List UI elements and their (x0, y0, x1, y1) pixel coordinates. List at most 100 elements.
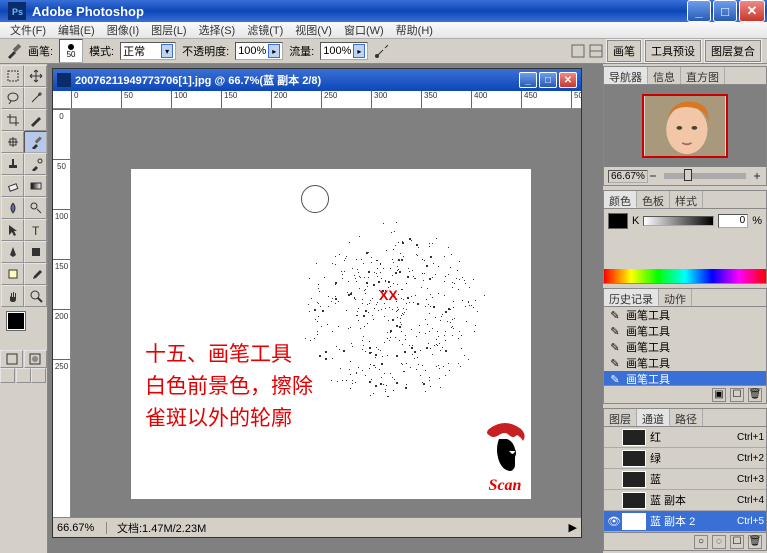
brush-tool-selected[interactable] (24, 131, 47, 153)
doc-maximize-button[interactable]: □ (539, 72, 557, 88)
opacity-input[interactable]: 100%▸ (235, 42, 283, 60)
screenmode-fullmenu[interactable] (16, 368, 31, 383)
slice-tool[interactable] (24, 109, 47, 131)
notes-tool[interactable] (1, 263, 24, 285)
zoom-in-icon[interactable] (752, 171, 762, 181)
eraser-tool[interactable] (1, 175, 24, 197)
stamp-tool[interactable] (1, 153, 24, 175)
move-tool[interactable] (24, 65, 47, 87)
history-item[interactable]: ✎画笔工具 (604, 323, 766, 339)
navigator-preview[interactable] (604, 85, 766, 167)
history-item[interactable]: ✎画笔工具 (604, 307, 766, 323)
channel-row[interactable]: 蓝 副本Ctrl+4 (604, 490, 766, 511)
pen-tool[interactable] (1, 241, 24, 263)
healing-tool[interactable] (1, 131, 24, 153)
standard-mode-button[interactable] (0, 350, 23, 368)
tab-layer-comps[interactable]: 图层复合 (705, 40, 761, 62)
menu-window[interactable]: 窗口(W) (338, 22, 390, 38)
channel-row-selected[interactable]: 👁蓝 副本 2Ctrl+5 (604, 511, 766, 532)
tab-histogram[interactable]: 直方图 (681, 67, 725, 84)
lasso-tool[interactable] (1, 87, 24, 109)
navigator-slider[interactable] (664, 173, 746, 179)
gradient-tool[interactable] (24, 175, 47, 197)
tab-brushes[interactable]: 画笔 (607, 40, 641, 62)
channel-row[interactable]: 绿Ctrl+2 (604, 448, 766, 469)
palette-well-icon[interactable] (589, 44, 603, 58)
window-close-button[interactable]: ✕ (739, 0, 765, 22)
menu-select[interactable]: 选择(S) (193, 22, 242, 38)
tab-color[interactable]: 颜色 (604, 191, 637, 208)
navigator-zoom-input[interactable]: 66.67% (608, 170, 648, 183)
new-doc-button[interactable]: ☐ (730, 388, 744, 402)
menu-filter[interactable]: 滤镜(T) (241, 22, 289, 38)
history-item[interactable]: ✎画笔工具 (604, 339, 766, 355)
tab-tool-presets[interactable]: 工具预设 (645, 40, 701, 62)
document-titlebar[interactable]: 20076211949773706[1].jpg @ 66.7%(蓝 副本 2/… (53, 69, 581, 91)
tab-navigator[interactable]: 导航器 (604, 67, 648, 84)
status-zoom[interactable]: 66.67% (57, 522, 107, 534)
color-swatches[interactable] (7, 312, 41, 346)
marquee-tool[interactable] (1, 65, 24, 87)
history-item-selected[interactable]: ✎画笔工具 (604, 371, 766, 385)
airbrush-icon[interactable] (374, 43, 390, 59)
foreground-color-swatch[interactable] (7, 312, 25, 330)
doc-minimize-button[interactable]: _ (519, 72, 537, 88)
flow-input[interactable]: 100%▸ (320, 42, 368, 60)
background-color-swatch[interactable] (23, 328, 41, 346)
flow-label: 流量: (289, 43, 314, 59)
crop-tool[interactable] (1, 109, 24, 131)
history-brush-tool[interactable] (24, 153, 47, 175)
canvas-viewport[interactable]: XX 十五、画笔工具 白色前景色，擦除 雀斑以外的轮廓 (71, 109, 581, 517)
menu-help[interactable]: 帮助(H) (390, 22, 439, 38)
tab-styles[interactable]: 样式 (670, 191, 703, 208)
screenmode-standard[interactable] (0, 368, 15, 383)
load-selection-button[interactable]: ○ (694, 535, 708, 549)
screenmode-full[interactable] (31, 368, 46, 383)
ruler-vertical[interactable]: 050100150200250 (53, 109, 71, 517)
delete-button[interactable]: 🗑 (748, 388, 762, 402)
menu-file[interactable]: 文件(F) (4, 22, 52, 38)
window-maximize-button[interactable]: □ (713, 0, 737, 22)
palette-icon[interactable] (571, 44, 585, 58)
dodge-tool[interactable] (24, 197, 47, 219)
zoom-tool[interactable] (24, 285, 47, 307)
type-tool[interactable]: T (24, 219, 47, 241)
hand-tool[interactable] (1, 285, 24, 307)
tab-paths[interactable]: 路径 (670, 409, 703, 426)
visibility-eye-icon[interactable]: 👁 (606, 515, 622, 528)
brush-preview[interactable]: 50 (59, 39, 83, 63)
status-arrow-icon[interactable]: ▶ (569, 521, 577, 534)
color-fg-swatch[interactable] (608, 213, 628, 229)
save-selection-button[interactable]: ◌ (712, 535, 726, 549)
channel-row[interactable]: 红Ctrl+1 (604, 427, 766, 448)
new-snapshot-button[interactable]: ▣ (712, 388, 726, 402)
menu-image[interactable]: 图像(I) (101, 22, 145, 38)
k-value[interactable]: 0 (718, 214, 748, 228)
menu-view[interactable]: 视图(V) (289, 22, 338, 38)
doc-close-button[interactable]: ✕ (559, 72, 577, 88)
mode-dropdown[interactable]: 正常▾ (120, 42, 176, 60)
blur-tool[interactable] (1, 197, 24, 219)
menu-edit[interactable]: 编辑(E) (52, 22, 101, 38)
eyedropper-tool[interactable] (24, 263, 47, 285)
tab-layers[interactable]: 图层 (604, 409, 637, 426)
tab-history[interactable]: 历史记录 (604, 289, 659, 306)
shape-tool[interactable] (24, 241, 47, 263)
window-minimize-button[interactable]: _ (687, 0, 711, 22)
color-spectrum[interactable] (604, 269, 766, 283)
tab-actions[interactable]: 动作 (659, 289, 692, 306)
history-item[interactable]: ✎画笔工具 (604, 355, 766, 371)
zoom-out-icon[interactable] (648, 171, 658, 181)
tab-channels[interactable]: 通道 (637, 409, 670, 426)
tab-swatches[interactable]: 色板 (637, 191, 670, 208)
new-channel-button[interactable]: ☐ (730, 535, 744, 549)
delete-channel-button[interactable]: 🗑 (748, 535, 762, 549)
ruler-horizontal[interactable]: 050100150200250300350400450500 (53, 91, 581, 109)
path-select-tool[interactable] (1, 219, 24, 241)
k-slider[interactable] (643, 216, 714, 226)
tab-info[interactable]: 信息 (648, 67, 681, 84)
magic-wand-tool[interactable] (24, 87, 47, 109)
channel-row[interactable]: 蓝Ctrl+3 (604, 469, 766, 490)
menu-layer[interactable]: 图层(L) (145, 22, 192, 38)
quickmask-mode-button[interactable] (24, 350, 47, 368)
